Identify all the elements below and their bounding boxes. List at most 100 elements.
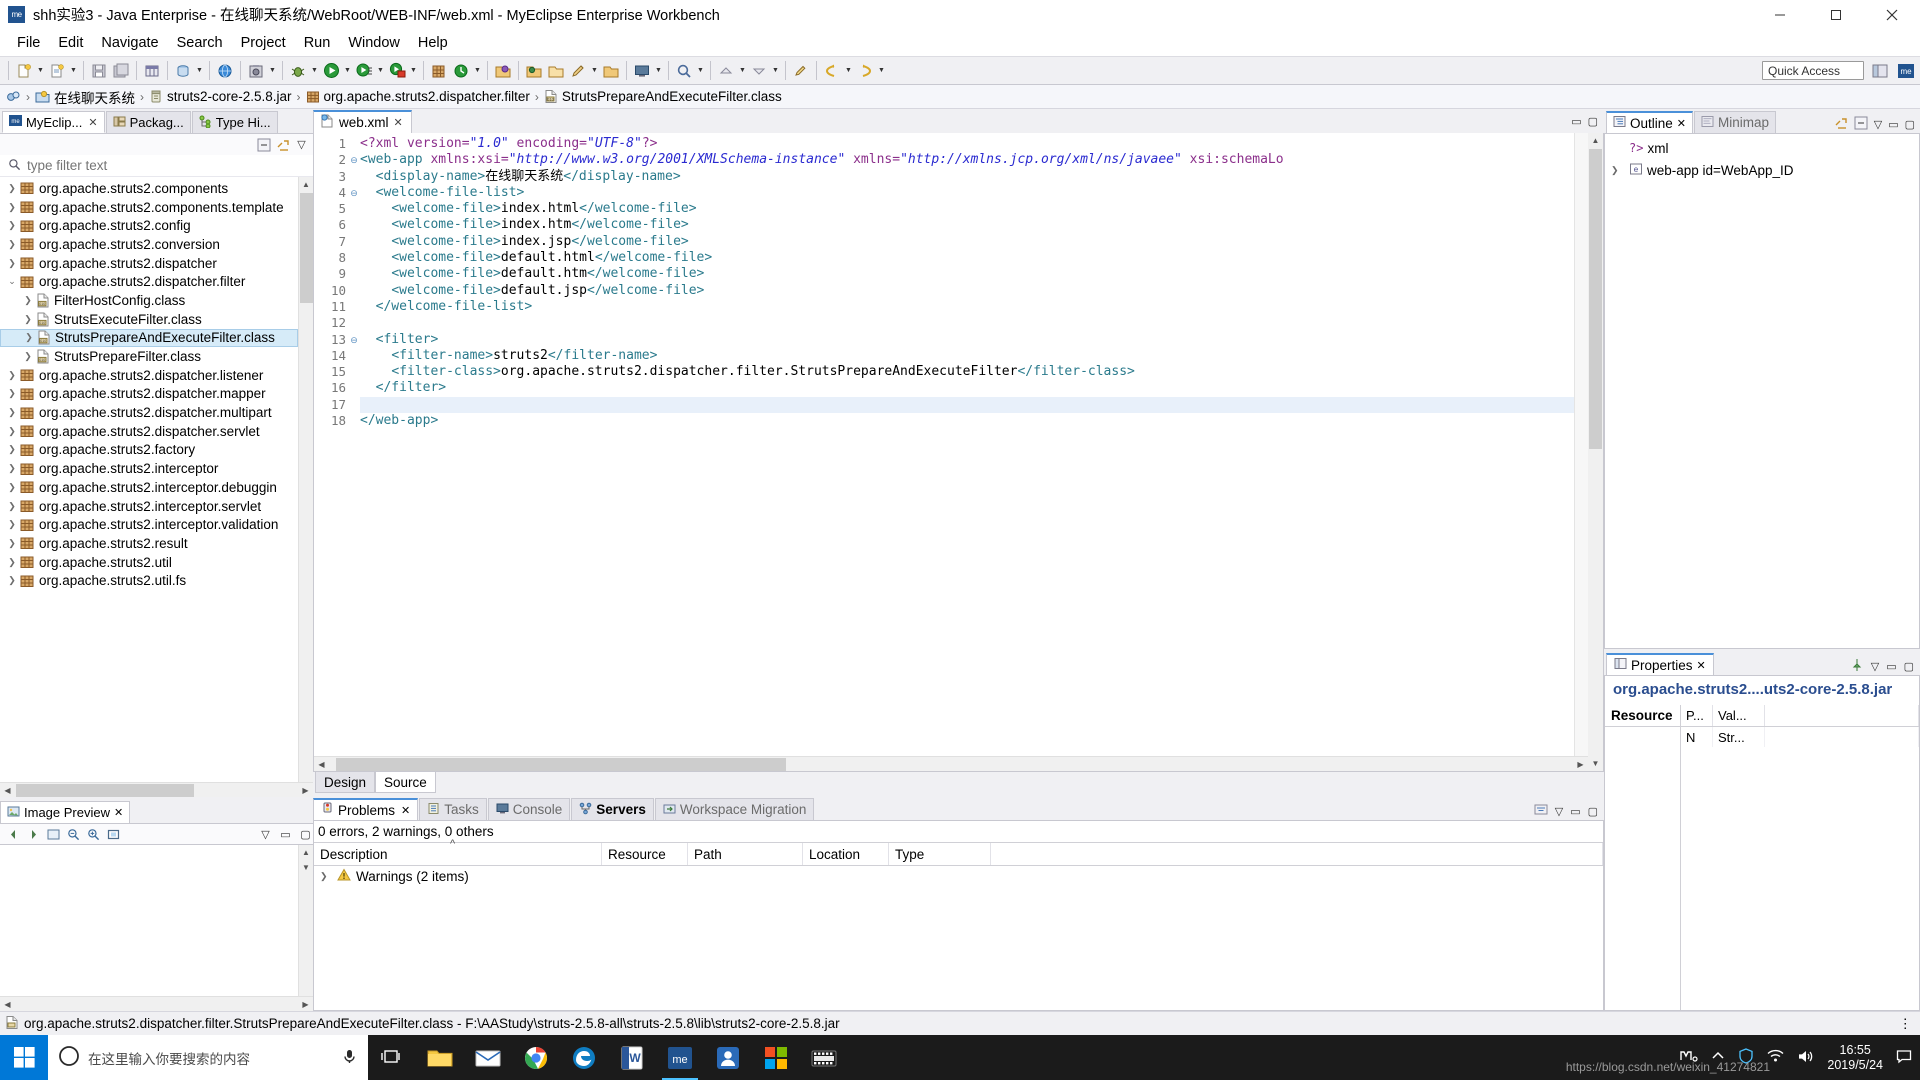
next-annotation-dropdown-icon[interactable]: ▼ bbox=[770, 60, 781, 82]
expand-arrow-icon[interactable]: ❯ bbox=[4, 557, 20, 568]
search-icon[interactable] bbox=[673, 60, 695, 82]
code-line[interactable]: </filter> bbox=[360, 380, 1574, 396]
expand-arrow-icon[interactable]: ❯ bbox=[4, 482, 20, 493]
code-line[interactable]: <filter-name>struts2</filter-name> bbox=[360, 348, 1574, 364]
minimize-button[interactable] bbox=[1752, 0, 1808, 30]
expand-arrow-icon[interactable]: ❯ bbox=[4, 463, 20, 474]
outline-row-webapp[interactable]: ❯ e web-app id=WebApp_ID bbox=[1605, 159, 1919, 181]
menu-window[interactable]: Window bbox=[339, 33, 409, 53]
expand-arrow-icon[interactable]: ❯ bbox=[320, 871, 332, 882]
column-header-location[interactable]: Location bbox=[803, 843, 889, 865]
tab-minimap[interactable]: Minimap bbox=[1694, 111, 1777, 133]
scroll-up-icon[interactable]: ▲ bbox=[1588, 133, 1603, 148]
tab-servers[interactable]: Servers bbox=[571, 798, 654, 820]
view-menu-icon[interactable]: ▽ bbox=[294, 137, 309, 152]
tree-item-package[interactable]: ❯ org.apache.struts2.dispatcher bbox=[0, 254, 298, 273]
expand-arrow-icon[interactable]: ❯ bbox=[4, 183, 20, 194]
open-perspective-icon[interactable] bbox=[1870, 61, 1890, 81]
maximize-button[interactable] bbox=[1808, 0, 1864, 30]
expand-arrow-icon[interactable]: ❯ bbox=[20, 351, 36, 362]
menu-edit[interactable]: Edit bbox=[49, 33, 92, 53]
microphone-icon[interactable] bbox=[341, 1048, 358, 1068]
forward-icon[interactable] bbox=[854, 60, 876, 82]
volume-icon[interactable] bbox=[1797, 1049, 1814, 1067]
back-dropdown-icon[interactable]: ▼ bbox=[843, 60, 854, 82]
database-explorer-icon[interactable] bbox=[172, 60, 194, 82]
expand-arrow-icon[interactable]: ❯ bbox=[21, 332, 37, 343]
tree-item-package[interactable]: ❯ org.apache.struts2.interceptor.servlet bbox=[0, 497, 298, 516]
tree-item-package[interactable]: ❯ org.apache.struts2.conversion bbox=[0, 235, 298, 254]
tree-item-package[interactable]: ❯ org.apache.struts2.components bbox=[0, 179, 298, 198]
save-icon[interactable] bbox=[88, 60, 110, 82]
run-external-icon[interactable] bbox=[353, 60, 375, 82]
code-line[interactable]: <filter> bbox=[360, 332, 1574, 348]
chrome-icon[interactable] bbox=[512, 1035, 560, 1080]
start-button[interactable] bbox=[0, 1035, 48, 1080]
java-enterprise-perspective-icon[interactable]: me bbox=[1896, 61, 1916, 81]
tree-vertical-scrollbar[interactable]: ▲ ▼ bbox=[298, 177, 313, 782]
filter-input[interactable]: type filter text bbox=[27, 158, 107, 173]
menu-project[interactable]: Project bbox=[232, 33, 295, 53]
tab-problems[interactable]: Problems ✕ bbox=[313, 798, 419, 820]
tab-web-xml[interactable]: web.xml ✕ bbox=[313, 110, 412, 133]
tree-item-class[interactable]: ❯ 010 StrutsPrepareAndExecuteFilter.class bbox=[0, 328, 298, 348]
expand-arrow-icon[interactable]: ❯ bbox=[1611, 165, 1625, 176]
code-line[interactable]: <filter-class>org.apache.struts2.dispatc… bbox=[360, 364, 1574, 380]
database-dropdown-icon[interactable]: ▼ bbox=[194, 60, 205, 82]
new-package-icon[interactable] bbox=[428, 60, 450, 82]
tree-item-package[interactable]: ❯ org.apache.struts2.interceptor.debuggin bbox=[0, 478, 298, 497]
view-menu-icon[interactable]: ▽ bbox=[1871, 660, 1879, 673]
scroll-right-icon[interactable]: ▶ bbox=[1573, 757, 1588, 772]
close-icon[interactable]: ✕ bbox=[1697, 659, 1706, 672]
previous-image-icon[interactable] bbox=[6, 827, 21, 842]
scroll-thumb[interactable] bbox=[1589, 149, 1602, 449]
close-icon[interactable]: ✕ bbox=[394, 116, 403, 129]
video-icon[interactable] bbox=[800, 1035, 848, 1080]
column-header-property[interactable]: P... bbox=[1681, 705, 1713, 726]
tab-image-preview[interactable]: Image Preview ✕ bbox=[0, 801, 131, 823]
tree-horizontal-scrollbar[interactable]: ◀ ▶ bbox=[0, 782, 313, 797]
code-line[interactable]: <welcome-file>index.htm</welcome-file> bbox=[360, 217, 1574, 233]
tree-item-package[interactable]: ❯ org.apache.struts2.util bbox=[0, 553, 298, 572]
snapshot-icon[interactable] bbox=[245, 60, 267, 82]
open-file-icon[interactable] bbox=[600, 60, 622, 82]
tree-item-package[interactable]: ⌄ org.apache.struts2.dispatcher.filter bbox=[0, 272, 298, 291]
expand-arrow-icon[interactable]: ❯ bbox=[4, 407, 20, 418]
maximize-view-icon[interactable]: ▢ bbox=[1905, 118, 1915, 131]
collapse-all-icon[interactable] bbox=[1854, 116, 1868, 133]
column-header-value[interactable]: Val... bbox=[1713, 705, 1765, 726]
tree-item-class[interactable]: ❯ 010 StrutsExecuteFilter.class bbox=[0, 310, 298, 329]
word-icon[interactable]: W bbox=[608, 1035, 656, 1080]
minimize-view-icon[interactable]: ▭ bbox=[1570, 805, 1580, 818]
overview-ruler[interactable] bbox=[1574, 133, 1588, 756]
expand-arrow-icon[interactable]: ❯ bbox=[4, 220, 20, 231]
scroll-thumb[interactable] bbox=[300, 193, 313, 303]
breadcrumb-item-jar[interactable]: struts2-core-2.5.8.jar bbox=[149, 89, 292, 104]
open-resource-icon[interactable] bbox=[523, 60, 545, 82]
code-text[interactable]: <?xml version="1.0" encoding="UTF-8"?> <w… bbox=[360, 133, 1574, 756]
taskbar-search-box[interactable]: 在这里输入你要搜索的内容 bbox=[48, 1035, 368, 1080]
zoom-out-icon[interactable] bbox=[66, 827, 81, 842]
run-icon[interactable] bbox=[320, 60, 342, 82]
run-server-icon[interactable] bbox=[386, 60, 408, 82]
column-header-path[interactable]: Path bbox=[688, 843, 803, 865]
breadcrumb-home-icon[interactable] bbox=[6, 89, 21, 104]
expand-arrow-icon[interactable]: ❯ bbox=[4, 388, 20, 399]
new-wizard-icon[interactable] bbox=[13, 60, 35, 82]
fold-toggle-icon[interactable]: ⊖ bbox=[348, 332, 360, 348]
tree-item-package[interactable]: ❯ org.apache.struts2.config bbox=[0, 216, 298, 235]
outline-row-xml[interactable]: ?> xml bbox=[1605, 137, 1919, 159]
close-icon[interactable]: ✕ bbox=[401, 804, 410, 817]
properties-category-list[interactable]: Resource bbox=[1605, 705, 1681, 1010]
code-line[interactable]: <welcome-file>index.jsp</welcome-file> bbox=[360, 234, 1574, 250]
code-line[interactable]: <welcome-file-list> bbox=[360, 185, 1574, 201]
expand-arrow-icon[interactable]: ❯ bbox=[4, 519, 20, 530]
tree-item-class[interactable]: ❯ 010 StrutsPrepareFilter.class bbox=[0, 347, 298, 366]
tree-item-package[interactable]: ❯ org.apache.struts2.dispatcher.listener bbox=[0, 366, 298, 385]
new-file-dropdown-icon[interactable]: ▼ bbox=[68, 60, 79, 82]
minimize-view-icon[interactable]: ▭ bbox=[278, 827, 293, 842]
prev-annotation-dropdown-icon[interactable]: ▼ bbox=[737, 60, 748, 82]
taskbar-clock[interactable]: 16:55 2019/5/24 bbox=[1827, 1043, 1883, 1073]
run-server-dropdown-icon[interactable]: ▼ bbox=[408, 60, 419, 82]
view-menu-icon[interactable]: ▽ bbox=[1874, 118, 1882, 131]
